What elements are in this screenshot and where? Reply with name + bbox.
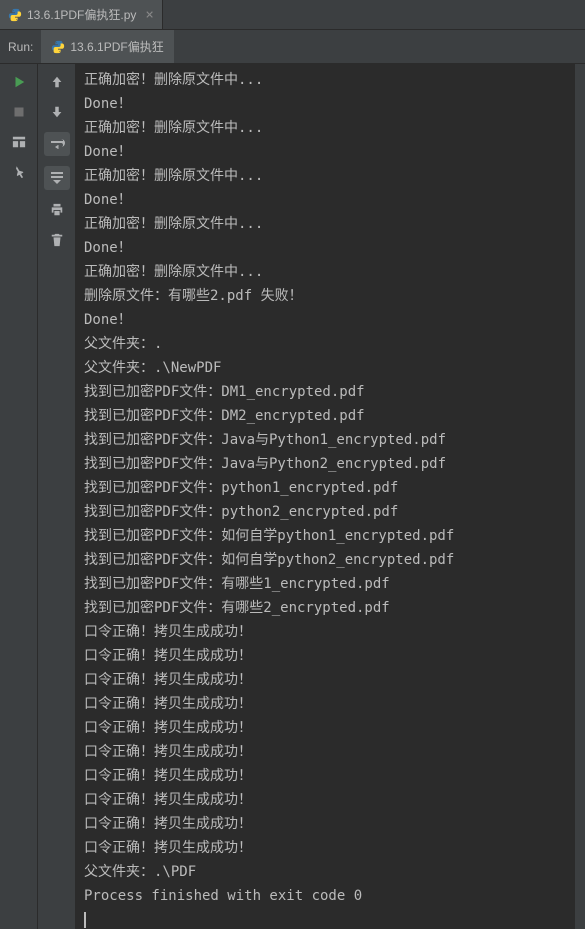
console-line: 正确加密！删除原文件中... — [84, 116, 567, 140]
console-line: Done！ — [84, 188, 567, 212]
console-line: 口令正确！拷贝生成成功！ — [84, 644, 567, 668]
console-line: Done！ — [84, 140, 567, 164]
print-button[interactable] — [47, 200, 67, 220]
scroll-to-end-button[interactable] — [44, 166, 70, 190]
run-config-label: 13.6.1PDF偏执狂 — [70, 38, 163, 55]
console-line: 找到已加密PDF文件：DM1_encrypted.pdf — [84, 380, 567, 404]
console-line: 正确加密！删除原文件中... — [84, 164, 567, 188]
left-toolbar — [0, 64, 38, 929]
python-run-icon — [51, 40, 65, 54]
console-line: 口令正确！拷贝生成成功！ — [84, 620, 567, 644]
console-cursor-line — [84, 908, 567, 929]
layout-button[interactable] — [9, 132, 29, 152]
close-tab-icon[interactable]: × — [145, 7, 153, 23]
console-line: 找到已加密PDF文件：有哪些1_encrypted.pdf — [84, 572, 567, 596]
console-line: 口令正确！拷贝生成成功！ — [84, 764, 567, 788]
console-line: Done！ — [84, 236, 567, 260]
mid-toolbar — [38, 64, 76, 929]
console-line: Done！ — [84, 92, 567, 116]
console-line: 找到已加密PDF文件：有哪些2_encrypted.pdf — [84, 596, 567, 620]
console-line: 删除原文件：有哪些2.pdf 失败！ — [84, 284, 567, 308]
console-line: 找到已加密PDF文件：python2_encrypted.pdf — [84, 500, 567, 524]
stop-button[interactable] — [9, 102, 29, 122]
run-config-tab[interactable]: 13.6.1PDF偏执狂 — [41, 30, 173, 63]
console-line: 父文件夹：. — [84, 332, 567, 356]
console-line: Done！ — [84, 308, 567, 332]
console-line: 正确加密！删除原文件中... — [84, 68, 567, 92]
python-file-icon — [8, 8, 22, 22]
console-line: 找到已加密PDF文件：如何自学python1_encrypted.pdf — [84, 524, 567, 548]
file-tabs-bar: 13.6.1PDF偏执狂.py × — [0, 0, 585, 30]
soft-wrap-button[interactable] — [44, 132, 70, 156]
pin-button[interactable] — [9, 162, 29, 182]
console-output[interactable]: 正确加密！删除原文件中...Done！正确加密！删除原文件中...Done！正确… — [76, 64, 575, 929]
console-line: 口令正确！拷贝生成成功！ — [84, 788, 567, 812]
rerun-button[interactable] — [9, 72, 29, 92]
console-line: 口令正确！拷贝生成成功！ — [84, 812, 567, 836]
vertical-scrollbar[interactable] — [575, 64, 585, 929]
console-line: 正确加密！删除原文件中... — [84, 212, 567, 236]
trash-button[interactable] — [47, 230, 67, 250]
console-line: 口令正确！拷贝生成成功！ — [84, 836, 567, 860]
text-cursor — [84, 912, 86, 928]
console-line: 父文件夹：.\NewPDF — [84, 356, 567, 380]
file-tab-active[interactable]: 13.6.1PDF偏执狂.py × — [0, 0, 163, 29]
file-tab-label: 13.6.1PDF偏执狂.py — [27, 6, 136, 23]
console-line: 口令正确！拷贝生成成功！ — [84, 668, 567, 692]
console-line: 正确加密！删除原文件中... — [84, 260, 567, 284]
console-line: 找到已加密PDF文件：DM2_encrypted.pdf — [84, 404, 567, 428]
down-arrow-button[interactable] — [47, 102, 67, 122]
console-line: 找到已加密PDF文件：python1_encrypted.pdf — [84, 476, 567, 500]
console-line: 找到已加密PDF文件：如何自学python2_encrypted.pdf — [84, 548, 567, 572]
console-line: 口令正确！拷贝生成成功！ — [84, 740, 567, 764]
console-line: Process finished with exit code 0 — [84, 884, 567, 908]
console-line: 找到已加密PDF文件：Java与Python1_encrypted.pdf — [84, 428, 567, 452]
main-area: 正确加密！删除原文件中...Done！正确加密！删除原文件中...Done！正确… — [0, 64, 585, 929]
console-line: 找到已加密PDF文件：Java与Python2_encrypted.pdf — [84, 452, 567, 476]
up-arrow-button[interactable] — [47, 72, 67, 92]
console-line: 口令正确！拷贝生成成功！ — [84, 716, 567, 740]
run-label: Run: — [8, 40, 33, 54]
console-line: 口令正确！拷贝生成成功！ — [84, 692, 567, 716]
run-tool-bar: Run: 13.6.1PDF偏执狂 — [0, 30, 585, 64]
console-line: 父文件夹：.\PDF — [84, 860, 567, 884]
